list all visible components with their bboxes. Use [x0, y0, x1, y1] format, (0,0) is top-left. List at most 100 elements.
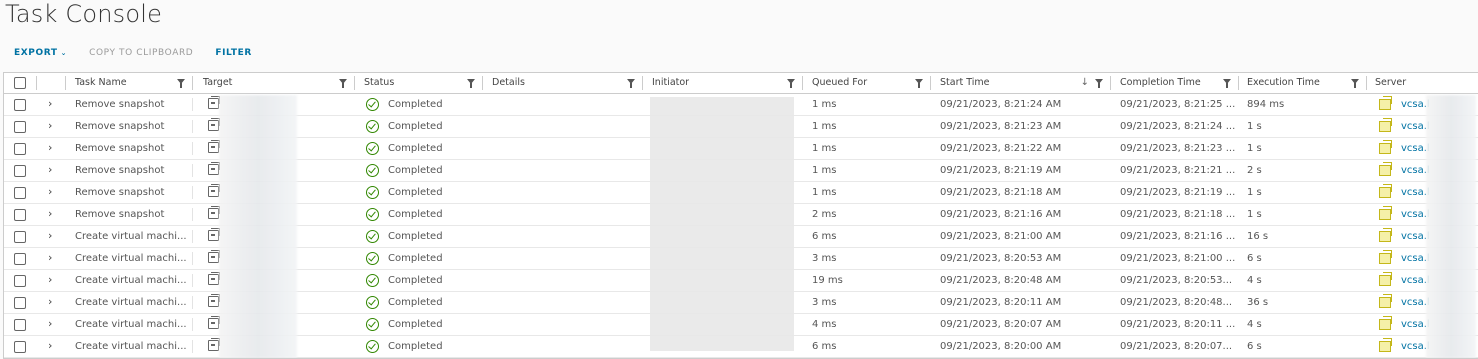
- row-checkbox[interactable]: [14, 297, 26, 309]
- chevron-right-icon[interactable]: ›: [48, 182, 52, 201]
- row-checkbox[interactable]: [14, 121, 26, 133]
- execution-time-cell: 1 s: [1247, 121, 1262, 132]
- chevron-right-icon[interactable]: ›: [48, 116, 52, 135]
- filter-icon[interactable]: [177, 79, 185, 88]
- row-checkbox[interactable]: [14, 341, 26, 353]
- vm-icon: [208, 293, 220, 307]
- vcenter-icon: [1379, 140, 1392, 154]
- row-checkbox[interactable]: [14, 187, 26, 199]
- row-checkbox[interactable]: [14, 275, 26, 287]
- check-circle-icon: [366, 98, 379, 111]
- chevron-right-icon[interactable]: ›: [48, 248, 52, 267]
- col-details-label: Details: [492, 77, 525, 88]
- row-checkbox[interactable]: [14, 165, 26, 177]
- row-select-cell: [4, 226, 37, 247]
- redacted-server: [1426, 95, 1476, 358]
- completion-time-cell: 09/21/2023, 8:21:19 ...: [1120, 187, 1236, 198]
- vm-icon: [208, 315, 220, 329]
- row-checkbox[interactable]: [14, 319, 26, 331]
- queued-for-cell: 3 ms: [812, 297, 837, 308]
- col-completion-time[interactable]: Completion Time: [1111, 73, 1239, 93]
- row-checkbox[interactable]: [14, 143, 26, 155]
- status-text: Completed: [388, 319, 443, 330]
- completion-time-cell: 09/21/2023, 8:21:21 ...: [1120, 165, 1236, 176]
- filter-icon[interactable]: [467, 79, 475, 88]
- completion-time-cell: 09/21/2023, 8:21:23 ...: [1120, 143, 1236, 154]
- queued-for-cell: 19 ms: [812, 275, 843, 286]
- start-time-cell: 09/21/2023, 8:20:07 AM: [940, 319, 1062, 330]
- sort-down-icon[interactable]: ↓: [1081, 73, 1089, 93]
- filter-icon[interactable]: [915, 79, 923, 88]
- status-text: Completed: [388, 341, 443, 352]
- row-checkbox[interactable]: [14, 99, 26, 111]
- export-button[interactable]: EXPORT ⌄: [14, 46, 67, 60]
- chevron-right-icon[interactable]: ›: [48, 270, 52, 289]
- filter-icon[interactable]: [339, 79, 347, 88]
- execution-time-cell: 1 s: [1247, 209, 1262, 220]
- filter-icon[interactable]: [627, 79, 635, 88]
- status-cell: Completed: [355, 204, 483, 225]
- task-grid: Task Name Target Status Details Initiato…: [3, 72, 1478, 359]
- start-time-cell: 09/21/2023, 8:21:00 AM: [940, 231, 1062, 242]
- chevron-right-icon[interactable]: ›: [48, 160, 52, 179]
- execution-time-cell: 894 ms: [1247, 99, 1285, 110]
- check-circle-icon: [366, 208, 379, 221]
- filter-button[interactable]: FILTER: [215, 46, 252, 60]
- details-cell: [483, 226, 643, 247]
- row-checkbox[interactable]: [14, 231, 26, 243]
- vcenter-icon: [1379, 294, 1392, 308]
- row-checkbox[interactable]: [14, 209, 26, 221]
- task-name-cell: Remove snapshot: [66, 160, 193, 181]
- toolbar: EXPORT ⌄ COPY TO CLIPBOARD FILTER: [14, 46, 274, 60]
- queued-for-cell: 1 ms: [812, 165, 837, 176]
- start-time-cell: 09/21/2023, 8:21:19 AM: [940, 165, 1062, 176]
- status-cell: Completed: [355, 138, 483, 159]
- grid-header: Task Name Target Status Details Initiato…: [4, 73, 1478, 94]
- execution-time-cell: 6 s: [1247, 341, 1262, 352]
- col-execution-time[interactable]: Execution Time: [1239, 73, 1367, 93]
- select-all-checkbox[interactable]: [14, 77, 26, 89]
- details-cell: [483, 116, 643, 137]
- row-expander-cell: ›: [37, 116, 66, 137]
- col-task-name[interactable]: Task Name: [66, 73, 193, 93]
- execution-time-cell: 16 s: [1247, 231, 1269, 242]
- details-cell: [483, 248, 643, 269]
- check-circle-icon: [366, 340, 379, 353]
- vcenter-icon: [1379, 206, 1392, 220]
- vcenter-icon: [1379, 338, 1392, 352]
- chevron-right-icon[interactable]: ›: [48, 138, 52, 157]
- vm-icon: [208, 161, 220, 175]
- start-time-cell: 09/21/2023, 8:21:16 AM: [940, 209, 1062, 220]
- vm-icon: [208, 183, 220, 197]
- vcenter-icon: [1379, 250, 1392, 264]
- col-server[interactable]: Server: [1367, 73, 1478, 93]
- execution-time-cell: 36 s: [1247, 297, 1269, 308]
- col-initiator-label: Initiator: [652, 77, 690, 88]
- chevron-right-icon[interactable]: ›: [48, 336, 52, 355]
- col-target[interactable]: Target: [193, 73, 355, 93]
- filter-icon[interactable]: [787, 79, 795, 88]
- filter-icon[interactable]: [1223, 79, 1231, 88]
- task-name-cell: Remove snapshot: [66, 204, 193, 225]
- completion-time-cell: 09/21/2023, 8:21:16 ...: [1120, 231, 1236, 242]
- col-initiator[interactable]: Initiator: [643, 73, 803, 93]
- col-queued-for[interactable]: Queued For: [803, 73, 931, 93]
- col-start-time[interactable]: Start Time ↓: [931, 73, 1111, 93]
- chevron-right-icon[interactable]: ›: [48, 204, 52, 223]
- row-checkbox[interactable]: [14, 253, 26, 265]
- row-expander-cell: ›: [37, 292, 66, 313]
- details-cell: [483, 138, 643, 159]
- filter-icon[interactable]: [1095, 79, 1103, 88]
- execution-time-cell: 1 s: [1247, 143, 1262, 154]
- completion-time-cell: 09/21/2023, 8:21:18 ...: [1120, 209, 1236, 220]
- col-target-label: Target: [203, 77, 233, 88]
- col-details[interactable]: Details: [483, 73, 643, 93]
- chevron-right-icon[interactable]: ›: [48, 314, 52, 333]
- chevron-right-icon[interactable]: ›: [48, 292, 52, 311]
- chevron-right-icon[interactable]: ›: [48, 226, 52, 245]
- col-status[interactable]: Status: [355, 73, 483, 93]
- filter-icon[interactable]: [1351, 79, 1359, 88]
- status-text: Completed: [388, 231, 443, 242]
- copy-to-clipboard-button[interactable]: COPY TO CLIPBOARD: [89, 46, 193, 60]
- chevron-right-icon[interactable]: ›: [48, 94, 52, 113]
